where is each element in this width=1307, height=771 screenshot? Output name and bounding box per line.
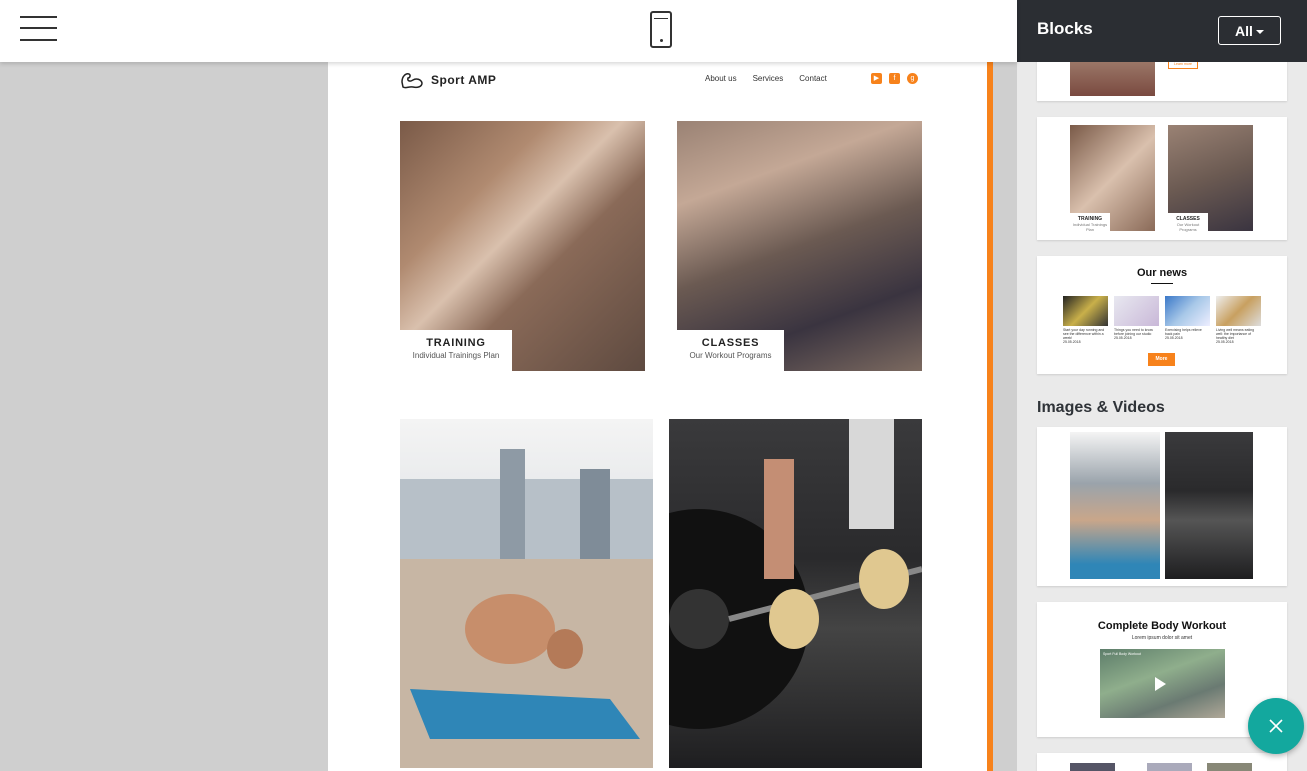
workout-video: Sport Full Body Workout [1100,649,1225,718]
block-thumb-features[interactable]: TRAINING Individual Trainings Plan CLASS… [1037,117,1287,240]
news-underline [1151,283,1173,284]
nav-link-services[interactable]: Services [753,74,784,83]
news-item-text: Things you need to know before joining o… [1114,328,1153,340]
nav-link-contact[interactable]: Contact [799,74,827,83]
news-more-button: More [1148,353,1175,366]
news-image [1216,296,1261,326]
news-image [1114,296,1159,326]
blocks-sidebar: Blocks All Learn more TRAINING Individua… [1017,0,1307,771]
thumb-photo [1070,763,1115,771]
block-thumb-partial-bottom[interactable] [1037,753,1287,771]
page-preview: Sport AMP About us Services Contact ▶ f … [328,62,988,771]
news-title: Our news [1136,267,1188,279]
hamburger-icon[interactable] [20,14,58,42]
thumb-training-subtitle: Individual Trainings Plan [1072,222,1108,232]
facebook-icon[interactable]: f [889,73,900,84]
thumb-classes-photo: CLASSES Our Workout Programs [1168,125,1253,232]
thumb-classes-subtitle: Our Workout Programs [1176,222,1200,232]
news-image [1165,296,1210,326]
muscle-arm-icon [401,73,423,89]
play-icon [1155,677,1166,691]
section-images-videos: Images & Videos [1037,399,1165,416]
filter-label: All [1235,23,1253,39]
news-image [1063,296,1108,326]
site-logo[interactable]: Sport AMP [400,70,496,90]
thumb-training-photo: TRAINING Individual Trainings Plan [1070,125,1155,232]
chevron-down-icon [1255,30,1264,35]
thumb-weightlifting-photo [1165,432,1253,579]
sidebar-header: Blocks All [1017,0,1307,62]
weightlifting-photo [669,419,922,768]
weightlifting-scene [669,419,922,729]
social-links: ▶ f g [871,73,918,84]
blocks-filter-dropdown[interactable]: All [1218,16,1281,45]
workout-subtitle: Lorem ipsum dolor sit amet [1131,635,1193,641]
editor-canvas: Sport AMP About us Services Contact ▶ f … [0,62,1017,771]
workout-title: Complete Body Workout [1097,620,1227,632]
editor-toolbar [0,0,1017,62]
training-subtitle: Individual Trainings Plan [412,351,500,360]
block-thumb-news[interactable]: Our news Start your day running and see … [1037,256,1287,374]
thumb-training-caption: TRAINING Individual Trainings Plan [1070,213,1110,232]
training-title: TRAINING [426,337,486,349]
classes-caption: CLASSES Our Workout Programs [677,330,784,371]
training-photo: TRAINING Individual Trainings Plan [400,121,645,371]
thumb-classes-caption: CLASSES Our Workout Programs [1168,213,1208,232]
nav-link-about[interactable]: About us [705,74,737,83]
yoga-scene [400,449,653,768]
thumb-photo [1207,763,1252,771]
sidebar-title: Blocks [1037,19,1093,38]
google-plus-icon[interactable]: g [907,73,918,84]
active-block-indicator [987,62,993,771]
news-item-text: Living well means eating well: the impor… [1216,328,1255,344]
news-item-text: Start your day running and see the diffe… [1063,328,1105,344]
thumb-yoga-photo [1070,432,1160,579]
classes-photo: CLASSES Our Workout Programs [677,121,922,371]
training-caption: TRAINING Individual Trainings Plan [400,330,512,371]
youtube-icon[interactable]: ▶ [871,73,882,84]
close-icon [1269,719,1283,733]
close-blocks-fab[interactable] [1248,698,1304,754]
classes-title: CLASSES [701,337,760,349]
mobile-phone-icon[interactable] [650,11,672,48]
yoga-photo [400,419,653,768]
classes-subtitle: Our Workout Programs [689,351,772,360]
site-brand-name: Sport AMP [431,73,497,87]
news-item-text: Exercising helps relieve back pain 25.05.… [1165,328,1202,340]
site-nav-links: About us Services Contact [705,74,827,83]
block-thumb-images[interactable] [1037,427,1287,586]
site-navbar: Sport AMP About us Services Contact ▶ f … [400,70,922,90]
video-caption: Sport Full Body Workout [1103,652,1141,656]
thumb-photo [1147,763,1192,771]
